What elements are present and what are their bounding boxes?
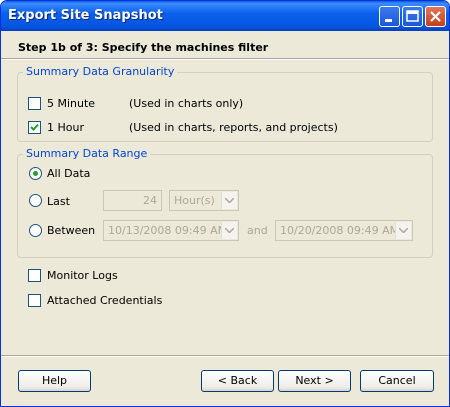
footer-divider xyxy=(1,355,449,357)
one-hour-checkbox[interactable] xyxy=(28,121,41,134)
last-label: Last xyxy=(47,195,70,208)
five-minute-note: (Used in charts only) xyxy=(129,97,244,110)
chevron-down-icon xyxy=(225,228,234,233)
all-data-radio[interactable] xyxy=(29,167,42,180)
attached-credentials-label: Attached Credentials xyxy=(47,294,163,307)
window-title: Export Site Snapshot xyxy=(8,8,163,23)
last-unit-dropdown-button[interactable] xyxy=(221,192,237,209)
five-minute-checkbox[interactable] xyxy=(28,97,41,110)
granularity-legend: Summary Data Granularity xyxy=(23,65,178,78)
between-label: Between xyxy=(47,224,96,237)
last-value-input[interactable]: 24 xyxy=(103,190,162,211)
step-title: Step 1b of 3: Specify the machines filte… xyxy=(18,41,269,54)
close-button[interactable] xyxy=(425,6,446,27)
to-date-dropdown-button[interactable] xyxy=(395,222,411,239)
minimize-button[interactable] xyxy=(379,6,400,27)
last-radio[interactable] xyxy=(29,194,42,207)
from-date-dropdown-button[interactable] xyxy=(221,222,237,239)
from-date-text: 10/13/2008 09:49 AM xyxy=(108,224,228,237)
chevron-down-icon xyxy=(225,198,234,203)
chevron-down-icon xyxy=(399,228,408,233)
monitor-logs-checkbox[interactable] xyxy=(28,269,41,282)
next-button[interactable]: Next > xyxy=(278,370,351,392)
range-legend: Summary Data Range xyxy=(23,147,151,160)
last-unit-text: Hour(s) xyxy=(174,194,215,207)
one-hour-label: 1 Hour xyxy=(47,121,84,134)
title-bar[interactable]: Export Site Snapshot xyxy=(1,1,449,31)
maximize-button[interactable] xyxy=(402,6,423,27)
export-site-snapshot-window: Export Site Snapshot Step 1b of 3: Speci… xyxy=(0,0,450,407)
one-hour-note: (Used in charts, reports, and projects) xyxy=(129,121,338,134)
to-date-text: 10/20/2008 09:49 AM xyxy=(280,224,400,237)
between-radio[interactable] xyxy=(29,224,42,237)
back-button[interactable]: < Back xyxy=(201,370,274,392)
all-data-label: All Data xyxy=(47,167,91,180)
last-value-text: 24 xyxy=(143,194,157,207)
header-divider xyxy=(1,58,449,60)
checkmark-icon xyxy=(30,123,39,131)
attached-credentials-checkbox[interactable] xyxy=(28,294,41,307)
five-minute-label: 5 Minute xyxy=(47,97,96,110)
monitor-logs-label: Monitor Logs xyxy=(47,269,118,282)
radio-selected-dot xyxy=(33,171,38,176)
and-label: and xyxy=(247,224,268,237)
maximize-icon xyxy=(406,10,419,22)
minimize-icon xyxy=(385,19,392,22)
cancel-button[interactable]: Cancel xyxy=(360,370,434,392)
from-date-picker[interactable]: 10/13/2008 09:49 AM xyxy=(103,220,239,241)
help-button[interactable]: Help xyxy=(18,370,91,392)
last-unit-select[interactable]: Hour(s) xyxy=(169,190,239,211)
close-icon xyxy=(430,11,441,22)
to-date-picker[interactable]: 10/20/2008 09:49 AM xyxy=(275,220,413,241)
